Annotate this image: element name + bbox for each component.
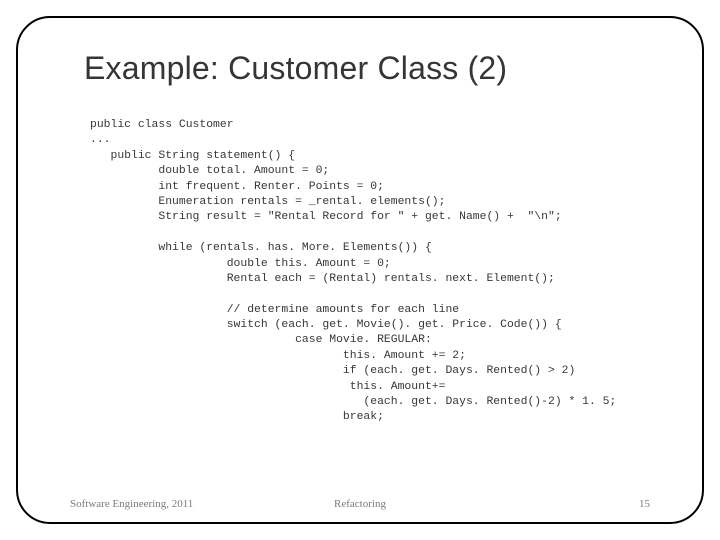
code-block: public class Customer ... public String …	[90, 118, 616, 426]
footer-center: Refactoring	[0, 498, 720, 510]
footer-page-number: 15	[639, 498, 650, 510]
page-title: Example: Customer Class (2)	[84, 50, 507, 87]
slide: Example: Customer Class (2) public class…	[0, 0, 720, 540]
